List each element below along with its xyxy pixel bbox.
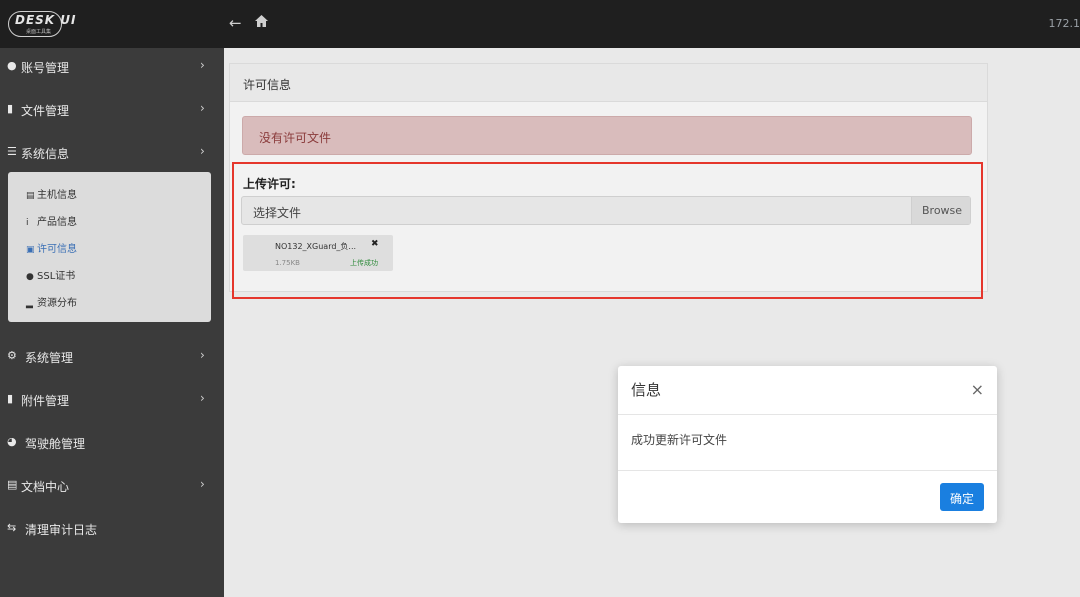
sidebar-item-label: 文件管理: [21, 104, 70, 118]
submenu-item-label: 产品信息: [37, 217, 77, 228]
card-icon: ▣: [26, 245, 35, 255]
chevron-right-icon: ›: [200, 58, 205, 72]
submenu-item-product-info[interactable]: i 产品信息: [26, 213, 77, 233]
list-icon: ☰: [7, 145, 17, 158]
browse-label: Browse: [922, 204, 963, 217]
sidebar: ● 账号管理 › ▮ 文件管理 › ☰ 系统信息 › ▤ 主机信息 i 产品信息 ▣…: [0, 48, 224, 597]
logo: DESK UI 桌面工具集: [0, 0, 224, 48]
sidebar-item-docs[interactable]: ▤ 文档中心 ›: [0, 468, 224, 502]
sidebar-item-label: 账号管理: [21, 61, 70, 75]
top-bar: DESK UI 桌面工具集 ← 172.1: [0, 0, 1080, 48]
file-name: NO132_XGuard_负...: [275, 242, 357, 251]
circle-icon: ●: [26, 272, 34, 282]
logo-text: DESK UI: [15, 13, 77, 27]
chevron-right-icon: ›: [200, 144, 205, 158]
exchange-icon: ⇆: [7, 521, 17, 534]
dialog-title: 信息: [631, 381, 662, 399]
sidebar-item-label: 清理审计日志: [25, 523, 98, 537]
file-icon: ▮: [7, 392, 14, 405]
signal-icon: ▂: [26, 299, 33, 309]
info-dialog: 信息 × 成功更新许可文件 确定: [618, 366, 997, 523]
file-size: 1.75KB: [275, 259, 300, 267]
sidebar-item-system-mgmt[interactable]: ⚙ 系统管理 ›: [0, 339, 224, 373]
license-file-input[interactable]: 选择文件 Browse: [241, 196, 971, 225]
sidebar-item-clean-audit[interactable]: ⇆ 清理审计日志: [0, 511, 224, 545]
close-icon[interactable]: ×: [971, 380, 984, 399]
confirm-button[interactable]: 确定: [940, 483, 984, 511]
submenu-item-label: 主机信息: [37, 190, 77, 201]
uploaded-file-card: NO132_XGuard_负... ✖ 1.75KB 上传成功: [243, 235, 393, 271]
upload-status: 上传成功: [350, 259, 378, 267]
sidebar-item-label: 附件管理: [21, 394, 70, 408]
panel-header: 许可信息: [230, 64, 987, 102]
document-icon: ▤: [7, 478, 18, 491]
chevron-right-icon: ›: [200, 101, 205, 115]
sidebar-item-account[interactable]: ● 账号管理 ›: [0, 49, 224, 83]
server-icon: ▤: [26, 191, 35, 201]
sidebar-item-label: 系统管理: [25, 351, 74, 365]
submenu-item-label: SSL证书: [37, 271, 76, 282]
confirm-button-label: 确定: [950, 492, 975, 506]
file-icon: ▮: [7, 102, 14, 115]
upload-label: 上传许可:: [243, 177, 296, 191]
submenu-item-label: 资源分布: [37, 298, 77, 309]
sidebar-item-files[interactable]: ▮ 文件管理 ›: [0, 92, 224, 126]
gears-icon: ⚙: [7, 349, 17, 362]
dialog-header: 信息 ×: [618, 366, 997, 415]
info-icon: i: [26, 218, 29, 228]
sidebar-item-cockpit[interactable]: ◕ 驾驶舱管理: [0, 425, 224, 459]
no-license-alert: 没有许可文件: [242, 116, 972, 155]
system-info-submenu: ▤ 主机信息 i 产品信息 ▣ 许可信息 ● SSL证书 ▂ 资源分布: [8, 172, 211, 322]
arrow-left-icon[interactable]: ←: [229, 14, 242, 32]
home-icon[interactable]: [254, 14, 269, 32]
submenu-item-license-info[interactable]: ▣ 许可信息: [26, 240, 77, 260]
chevron-right-icon: ›: [200, 477, 205, 491]
chevron-right-icon: ›: [200, 348, 205, 362]
sidebar-item-system-info[interactable]: ☰ 系统信息 ›: [0, 135, 224, 169]
submenu-item-resources[interactable]: ▂ 资源分布: [26, 294, 77, 314]
host-address: 172.1: [1048, 17, 1080, 30]
user-icon: ●: [7, 59, 17, 72]
sidebar-item-attachments[interactable]: ▮ 附件管理 ›: [0, 382, 224, 416]
dialog-message: 成功更新许可文件: [631, 433, 728, 447]
highlight-box: [232, 162, 983, 299]
sidebar-item-label: 驾驶舱管理: [25, 437, 86, 451]
page-title: 许可信息: [243, 78, 292, 92]
alert-text: 没有许可文件: [259, 131, 332, 145]
submenu-item-host-info[interactable]: ▤ 主机信息: [26, 186, 77, 206]
logo-subtext: 桌面工具集: [26, 29, 52, 35]
submenu-item-label: 许可信息: [37, 244, 77, 255]
sidebar-item-label: 系统信息: [21, 147, 70, 161]
file-input-placeholder: 选择文件: [253, 206, 302, 220]
submenu-item-ssl[interactable]: ● SSL证书: [26, 267, 75, 287]
dashboard-icon: ◕: [7, 435, 17, 448]
chevron-right-icon: ›: [200, 391, 205, 405]
browse-button[interactable]: Browse: [911, 197, 970, 224]
close-icon[interactable]: ✖: [371, 239, 379, 249]
sidebar-item-label: 文档中心: [21, 480, 70, 494]
